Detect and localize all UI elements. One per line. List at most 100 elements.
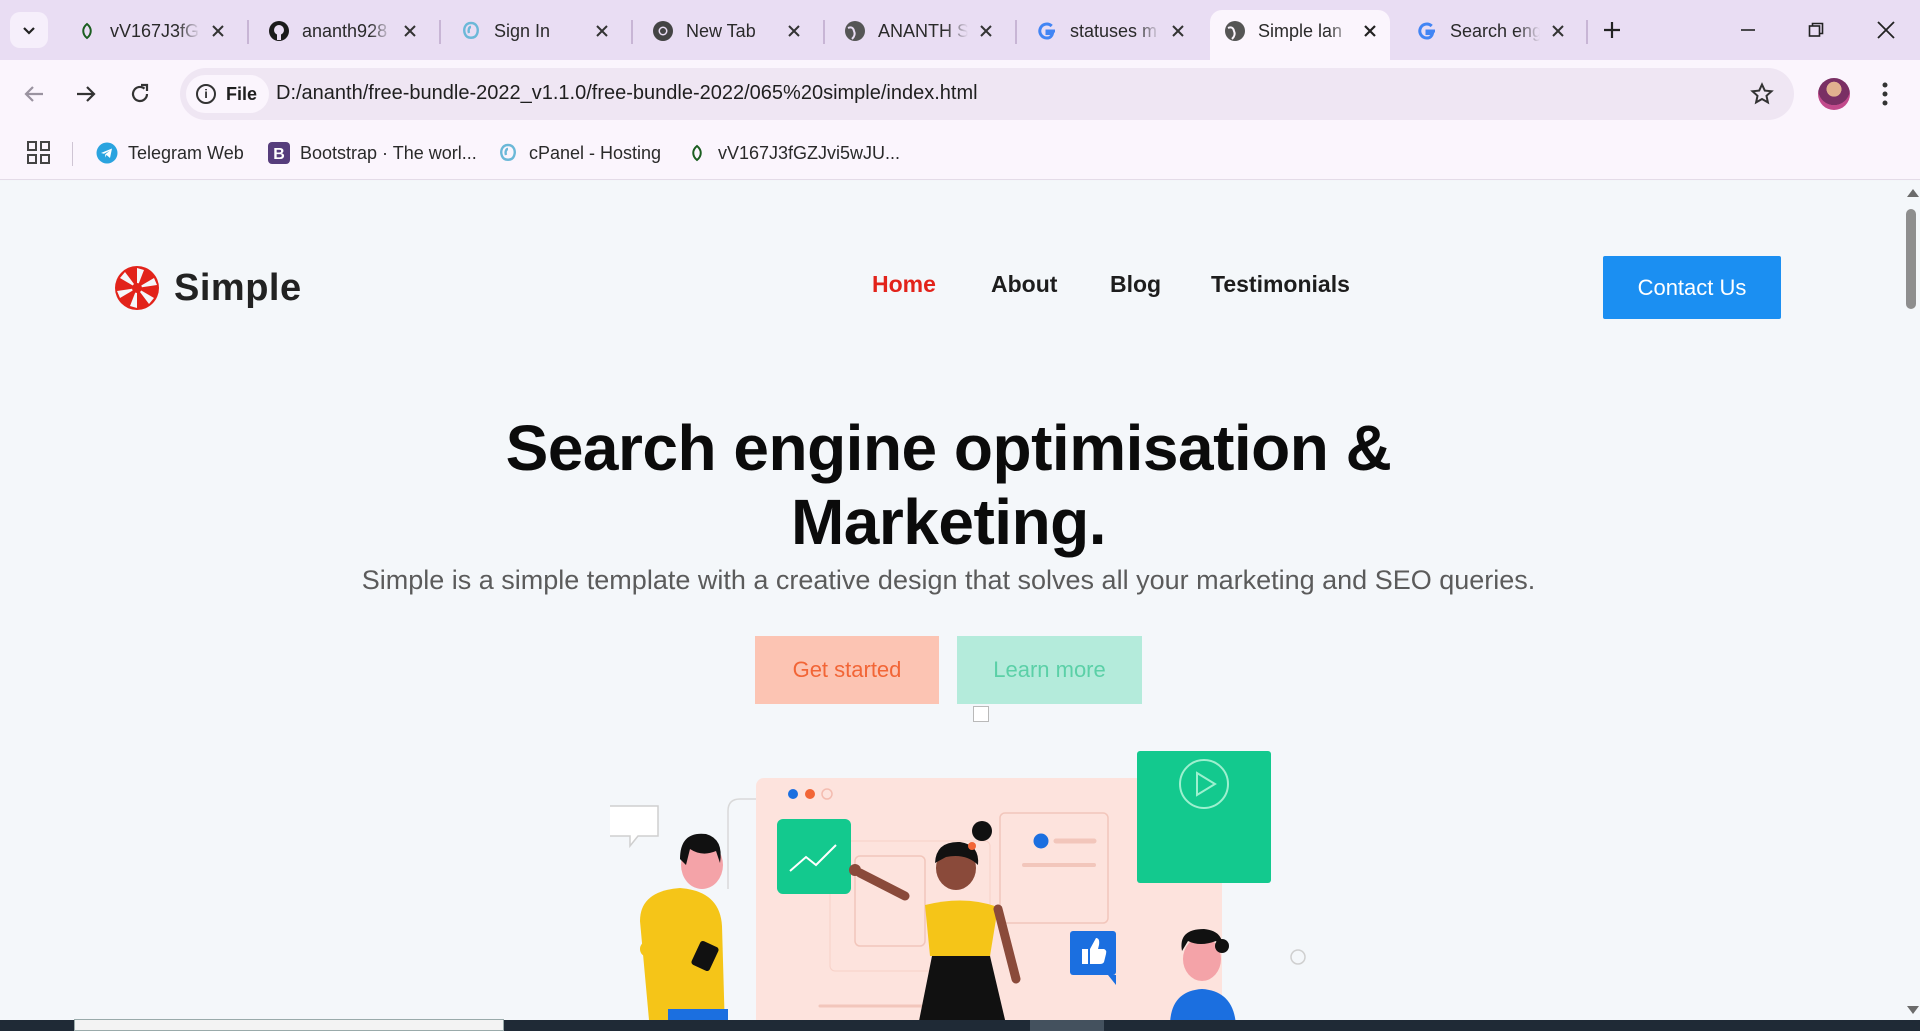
reload-icon xyxy=(131,83,149,103)
page-viewport: Simple Home About Blog Testimonials Cont… xyxy=(0,181,1902,1020)
tab-6[interactable]: statuses m xyxy=(1022,10,1198,52)
tab-4[interactable]: New Tab xyxy=(638,10,814,52)
close-icon[interactable] xyxy=(782,19,806,43)
nav-testimonials[interactable]: Testimonials xyxy=(1211,271,1350,298)
github-icon xyxy=(268,20,290,42)
tab-3[interactable]: Sign In xyxy=(446,10,622,52)
hero-title-line2: Marketing. xyxy=(790,486,1107,558)
address-bar[interactable]: i File D:/ananth/free-bundle-2022_v1.1.0… xyxy=(180,68,1794,120)
profile-avatar[interactable] xyxy=(1818,78,1850,110)
hero-title-line1: Search engine optimisation & xyxy=(505,412,1392,484)
tab-5[interactable]: ANANTH S xyxy=(830,10,1006,52)
bootstrap-icon: B xyxy=(268,142,290,164)
tab-title: ananth928 xyxy=(302,20,388,41)
google-icon xyxy=(1416,20,1438,42)
tab-separator xyxy=(1015,20,1017,44)
logo-text: Simple xyxy=(174,266,302,309)
slider-dot xyxy=(1033,833,1049,849)
tab-1[interactable]: vV167J3fGZJvi5wJU xyxy=(62,10,238,52)
scroll-up-arrow-icon[interactable] xyxy=(1907,189,1919,197)
hero-illustration xyxy=(610,751,1306,1020)
globe-icon xyxy=(1224,20,1246,42)
tab-title: Simple lan xyxy=(1258,20,1343,41)
close-window-button[interactable] xyxy=(1864,10,1908,50)
reload-button[interactable] xyxy=(122,76,158,112)
nav-about[interactable]: About xyxy=(991,271,1057,298)
cpanel-icon xyxy=(460,20,482,42)
chrome-icon xyxy=(652,20,674,42)
close-icon[interactable] xyxy=(590,19,614,43)
bookmarks-separator xyxy=(72,142,73,166)
close-icon[interactable] xyxy=(206,19,230,43)
taskbar-window-preview[interactable] xyxy=(74,1019,504,1031)
browser-toolbar: i File D:/ananth/free-bundle-2022_v1.1.0… xyxy=(0,60,1920,128)
close-icon[interactable] xyxy=(1166,19,1190,43)
contact-us-button[interactable]: Contact Us xyxy=(1603,256,1781,319)
close-icon[interactable] xyxy=(1546,19,1570,43)
tab-separator xyxy=(439,20,441,44)
close-icon[interactable] xyxy=(398,19,422,43)
forward-button[interactable] xyxy=(68,76,104,112)
taskbar-highlight xyxy=(1030,1020,1104,1031)
scroll-down-arrow-icon[interactable] xyxy=(1907,1006,1919,1014)
cpanel-icon xyxy=(497,142,519,164)
bookmark-label: vV167J3fGZJvi5wJU... xyxy=(718,142,901,163)
tab-7-active[interactable]: Simple lan xyxy=(1210,10,1390,60)
globe-icon xyxy=(844,20,866,42)
scroll-thumb[interactable] xyxy=(1906,209,1916,309)
tab-separator xyxy=(823,20,825,44)
bookmark-leaf[interactable]: vV167J3fGZJvi5wJU... xyxy=(686,138,900,168)
hero-subtitle: Simple is a simple template with a creat… xyxy=(361,565,1536,595)
arrow-left-icon xyxy=(24,86,43,102)
close-icon[interactable] xyxy=(974,19,998,43)
tab-separator xyxy=(247,20,249,44)
nav-blog[interactable]: Blog xyxy=(1110,271,1161,298)
close-icon[interactable] xyxy=(1358,19,1382,43)
video-card xyxy=(1137,751,1271,883)
restore-button[interactable] xyxy=(1794,10,1838,50)
bookmark-bootstrap[interactable]: B Bootstrap · The worl... xyxy=(268,138,477,168)
tab-2[interactable]: ananth928 xyxy=(254,10,430,52)
bookmark-label: Telegram Web xyxy=(128,142,244,163)
tab-title: Sign In xyxy=(494,20,551,41)
site-info-chip[interactable]: i File xyxy=(186,75,270,113)
tab-separator xyxy=(631,20,633,44)
new-tab-button[interactable] xyxy=(1596,14,1628,46)
bookmark-cpanel[interactable]: cPanel - Hosting xyxy=(497,138,661,168)
url-text[interactable]: D:/ananth/free-bundle-2022_v1.1.0/free-b… xyxy=(276,82,978,105)
minimize-icon xyxy=(1741,29,1755,31)
back-button[interactable] xyxy=(16,76,52,112)
bookmark-star-button[interactable] xyxy=(1748,80,1776,108)
leaf-icon xyxy=(686,142,708,164)
bookmark-label: cPanel - Hosting xyxy=(529,142,662,163)
minimize-button[interactable] xyxy=(1726,10,1770,50)
site-logo[interactable]: Simple xyxy=(114,265,302,311)
tab-separator xyxy=(1586,20,1588,44)
apps-grid-icon[interactable] xyxy=(26,140,52,166)
decorative-square xyxy=(973,706,989,722)
chat-bubble-icon xyxy=(610,805,659,849)
tab-title: ANANTH S xyxy=(878,20,968,41)
browser-menu-button[interactable] xyxy=(1870,76,1900,112)
more-vertical-icon xyxy=(1882,82,1888,106)
page-scrollbar[interactable] xyxy=(1902,181,1920,1020)
tab-strip: vV167J3fGZJvi5wJU ananth928 Sign In New … xyxy=(0,0,1920,60)
learn-more-button[interactable]: Learn more xyxy=(957,636,1142,704)
get-started-button[interactable]: Get started xyxy=(755,636,939,704)
bookmark-telegram[interactable]: Telegram Web xyxy=(96,138,244,168)
google-icon xyxy=(1036,20,1058,42)
chevron-down-icon xyxy=(23,27,35,35)
man-with-phone-figure xyxy=(640,833,728,1020)
tab-title: statuses m xyxy=(1070,20,1158,41)
aperture-logo-icon xyxy=(115,266,159,310)
star-icon xyxy=(1750,82,1774,105)
nav-home[interactable]: Home xyxy=(872,271,936,298)
tab-title: Search eng xyxy=(1450,20,1540,41)
bookmarks-bar: Telegram Web B Bootstrap · The worl... c… xyxy=(0,128,1920,180)
tab-search-button[interactable] xyxy=(10,12,48,48)
svg-text:B: B xyxy=(273,146,285,163)
leaf-icon xyxy=(76,20,98,42)
tab-title: vV167J3fGZJvi5wJU xyxy=(110,20,200,41)
tab-8[interactable]: Search eng xyxy=(1402,10,1578,52)
hero-title: Search engine optimisation & Marketing. xyxy=(300,411,1597,559)
